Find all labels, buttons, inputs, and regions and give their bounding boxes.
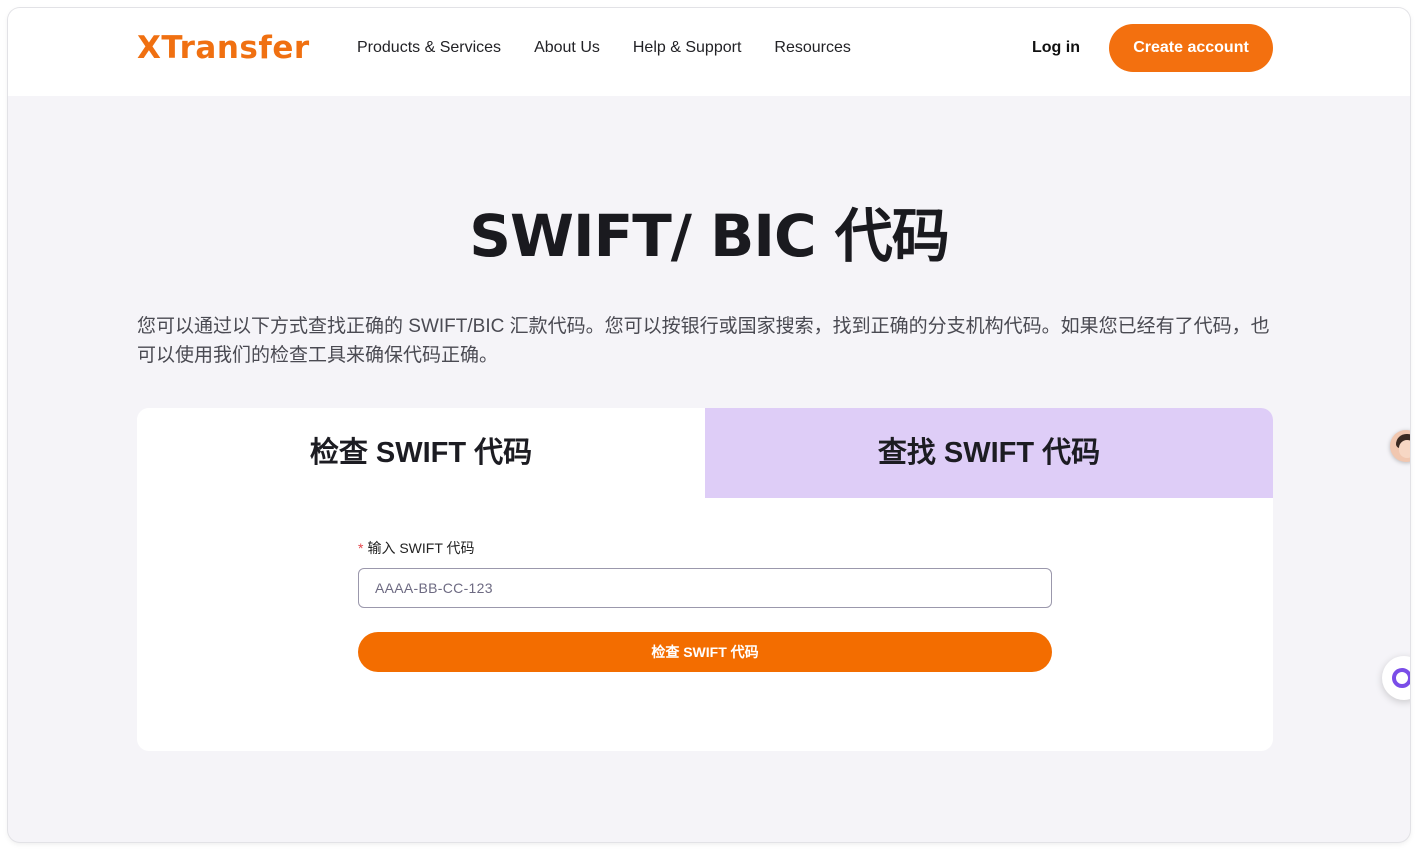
swift-tool-card: 检查 SWIFT 代码 查找 SWIFT 代码 *输入 SWIFT 代码 检查 … [137,408,1273,751]
nav-products-services[interactable]: Products & Services [357,36,501,60]
xtransfer-logo[interactable]: XTransfer [137,28,310,68]
browser-window: XTransfer Products & Services About Us H… [8,8,1410,842]
required-mark: * [358,540,364,556]
nav-help-support[interactable]: Help & Support [633,36,742,60]
login-link[interactable]: Log in [1032,36,1080,60]
swift-code-input[interactable] [358,568,1052,608]
tab-find-swift[interactable]: 查找 SWIFT 代码 [705,408,1273,498]
top-navbar: XTransfer Products & Services About Us H… [8,8,1410,96]
nav-about-us[interactable]: About Us [534,36,600,60]
chat-widget-icon[interactable] [1382,656,1410,700]
intro-text: 您可以通过以下方式查找正确的 SWIFT/BIC 汇款代码。您可以按银行或国家搜… [137,316,1270,366]
tab-check-swift[interactable]: 检查 SWIFT 代码 [137,408,705,498]
nav-resources[interactable]: Resources [774,36,850,60]
support-avatar-icon[interactable] [1390,430,1410,462]
avatar-face [1399,440,1410,458]
check-swift-button[interactable]: 检查 SWIFT 代码 [358,632,1052,672]
create-account-button[interactable]: Create account [1109,24,1273,72]
swift-code-label-text: 输入 SWIFT 代码 [367,540,475,556]
main-nav: Products & Services About Us Help & Supp… [357,36,884,60]
swift-code-label: * 输入 SWIFT 代码 [358,538,475,558]
page-title: SWIFT/ BIC 代码 [469,202,949,270]
chat-ring-icon [1392,668,1410,688]
